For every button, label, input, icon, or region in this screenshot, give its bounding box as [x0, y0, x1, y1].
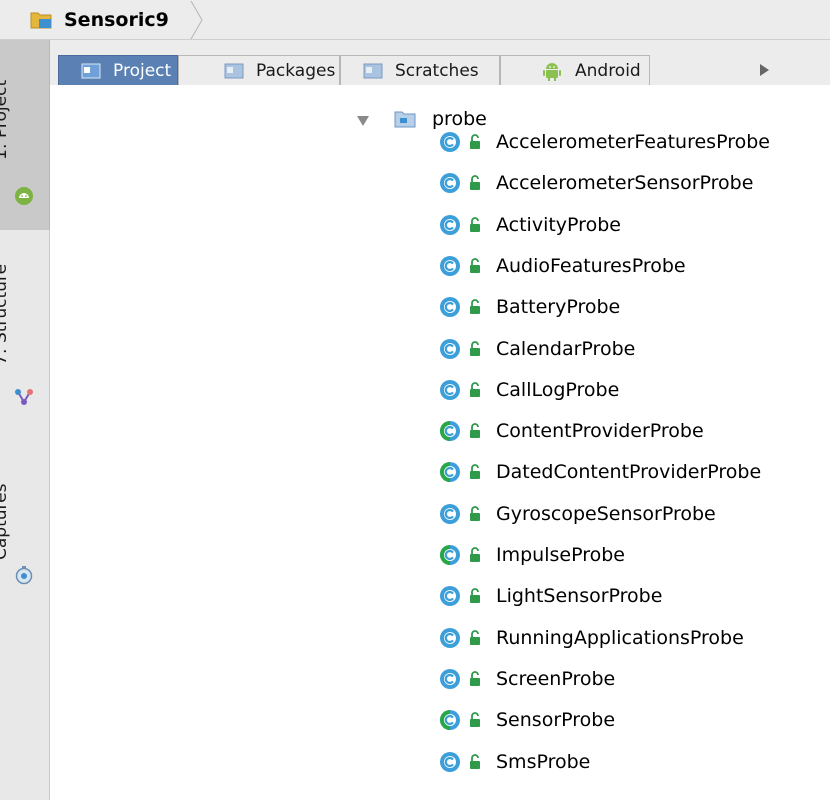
public-lock-icon — [470, 712, 480, 727]
class-label: BatteryProbe — [496, 296, 621, 318]
tree-item-class[interactable]: LightSensorProbe — [50, 576, 830, 616]
tool-tab-label: 1: Project — [0, 79, 11, 160]
packages-view-icon — [224, 63, 244, 78]
class-label: CalendarProbe — [496, 338, 636, 360]
public-lock-icon — [470, 754, 480, 769]
android-view-icon — [543, 62, 561, 81]
abstract-class-icon — [440, 710, 460, 730]
tool-tab-project[interactable]: 1: Project — [0, 40, 50, 230]
abstract-class-icon — [440, 421, 460, 441]
navigation-bar: Sensoric9 — [0, 0, 830, 40]
tree-item-class[interactable]: AccelerometerSensorProbe — [50, 163, 830, 203]
class-icon — [440, 586, 460, 606]
project-tree: probe AccelerometerFeaturesProbe Accelero… — [50, 85, 830, 800]
breadcrumb-project[interactable]: Sensoric9 — [0, 0, 187, 40]
tree-item-class[interactable]: GyroscopeSensorProbe — [50, 494, 830, 534]
class-icon — [440, 132, 460, 152]
tab-label: Project — [113, 60, 172, 81]
class-icon — [440, 173, 460, 193]
class-label: CallLogProbe — [496, 379, 620, 401]
class-label: ImpulseProbe — [496, 544, 625, 566]
tree-item-class[interactable]: BatteryProbe — [50, 287, 830, 327]
tool-tab-label: 7: Structure — [0, 263, 11, 365]
class-label: AccelerometerSensorProbe — [496, 172, 754, 194]
project-folder-icon — [30, 12, 52, 29]
class-label: SensorProbe — [496, 709, 616, 731]
class-label: AccelerometerFeaturesProbe — [496, 131, 770, 153]
tree-item-class[interactable]: SmsProbe — [50, 742, 830, 782]
tree-item-class[interactable]: ImpulseProbe — [50, 535, 830, 575]
public-lock-icon — [470, 588, 480, 603]
public-lock-icon — [470, 341, 480, 356]
abstract-class-icon — [440, 462, 460, 482]
tree-item-class[interactable]: AudioFeaturesProbe — [50, 246, 830, 286]
tree-item-class[interactable]: RunningApplicationsProbe — [50, 618, 830, 658]
class-icon — [440, 297, 460, 317]
tool-tab-captures[interactable]: Captures — [0, 435, 50, 605]
public-lock-icon — [470, 175, 480, 190]
tool-tab-structure[interactable]: 7: Structure — [0, 235, 50, 425]
tool-window-strip: 1: Project 7: Structure Captures — [0, 40, 50, 800]
class-label: AudioFeaturesProbe — [496, 255, 686, 277]
tree-item-class[interactable]: CallLogProbe — [50, 370, 830, 410]
tree-item-class[interactable]: AccelerometerFeaturesProbe — [50, 122, 830, 162]
tree-item-class[interactable]: SensorProbe — [50, 700, 830, 740]
breadcrumb-separator-icon — [190, 0, 203, 40]
project-view-tabs: Project Packages Scratches Android — [50, 40, 830, 85]
class-label: SmsProbe — [496, 751, 591, 773]
abstract-class-icon — [440, 545, 460, 565]
class-label: ContentProviderProbe — [496, 420, 704, 442]
tree-item-class[interactable]: ActivityProbe — [50, 205, 830, 245]
public-lock-icon — [470, 423, 480, 438]
public-lock-icon — [470, 506, 480, 521]
project-view-icon — [81, 63, 101, 78]
public-lock-icon — [470, 464, 480, 479]
class-label: GyroscopeSensorProbe — [496, 503, 716, 525]
public-lock-icon — [470, 382, 480, 397]
tab-label: Packages — [256, 60, 336, 81]
tree-item-class[interactable]: ContentProviderProbe — [50, 411, 830, 451]
public-lock-icon — [470, 258, 480, 273]
class-label: ScreenProbe — [496, 668, 616, 690]
structure-icon — [15, 389, 33, 405]
more-tabs-arrow-icon[interactable] — [750, 55, 780, 85]
tab-label: Scratches — [395, 60, 479, 81]
class-icon — [440, 380, 460, 400]
captures-icon — [15, 566, 33, 585]
public-lock-icon — [470, 217, 480, 232]
class-icon — [440, 752, 460, 772]
class-label: RunningApplicationsProbe — [496, 627, 744, 649]
tab-project[interactable]: Project — [58, 55, 178, 85]
tab-packages[interactable]: Packages — [178, 55, 340, 85]
tree-item-class[interactable]: DatedContentProviderProbe — [50, 452, 830, 492]
tree-item-class[interactable]: CalendarProbe — [50, 329, 830, 369]
class-icon — [440, 215, 460, 235]
class-icon — [440, 339, 460, 359]
tab-scratches[interactable]: Scratches — [340, 55, 500, 85]
public-lock-icon — [470, 299, 480, 314]
class-label: ActivityProbe — [496, 214, 621, 236]
public-lock-icon — [470, 547, 480, 562]
class-icon — [440, 256, 460, 276]
breadcrumb-label: Sensoric9 — [64, 9, 169, 31]
class-icon — [440, 669, 460, 689]
public-lock-icon — [470, 134, 480, 149]
tool-tab-label: Captures — [0, 483, 11, 560]
public-lock-icon — [470, 671, 480, 686]
tab-label: Android — [575, 60, 641, 81]
class-label: LightSensorProbe — [496, 585, 663, 607]
tab-android[interactable]: Android — [500, 55, 650, 85]
class-icon — [440, 504, 460, 524]
class-label: DatedContentProviderProbe — [496, 461, 762, 483]
class-icon — [440, 628, 460, 648]
public-lock-icon — [470, 630, 480, 645]
android-icon — [15, 187, 33, 205]
tree-item-class[interactable]: ScreenProbe — [50, 659, 830, 699]
scratches-view-icon — [363, 63, 383, 78]
